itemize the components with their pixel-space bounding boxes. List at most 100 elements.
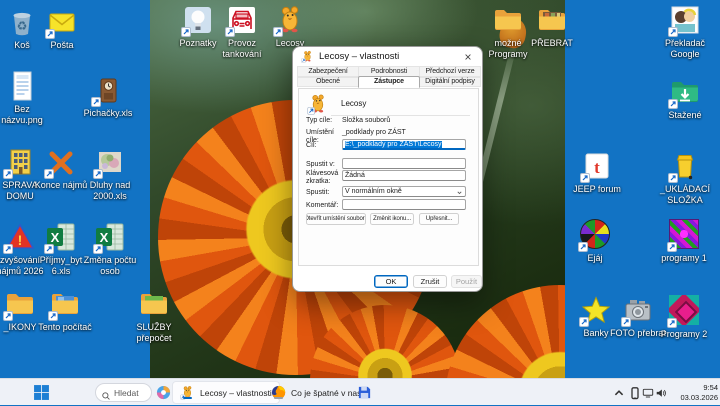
tray-device-icon[interactable] bbox=[629, 387, 641, 399]
properties-dialog: Lecosy – vlastnosti Zabezpečení Podrobno… bbox=[292, 46, 483, 292]
desktop-icon-bez-nazvu[interactable]: Beznázvu.png bbox=[0, 70, 54, 125]
taskbar: Hledat Lecosy – vlastnosti Co je špatné … bbox=[0, 378, 720, 405]
desktop-icon-prekladac-google[interactable]: PřekladačGoogle bbox=[653, 4, 717, 59]
desktop-icon-programy-1[interactable]: programy 1 bbox=[652, 218, 716, 264]
hidden-icons-chevron[interactable] bbox=[613, 387, 625, 399]
tab-predchozi-verze[interactable]: Předchozí verze bbox=[419, 66, 481, 77]
desktop-icon-zmena-poctu[interactable]: XZměna počtuosob bbox=[78, 221, 142, 276]
target-type-label: Typ cíle: bbox=[306, 117, 342, 125]
shortcut-arrow-icon bbox=[93, 169, 103, 179]
target-location-value: _podklady pro ZÁST bbox=[342, 129, 406, 136]
separator bbox=[331, 115, 470, 116]
tab-zabezpeceni[interactable]: Zabezpečení bbox=[297, 66, 359, 77]
desktop-icon-tento-pocitac[interactable]: Tento počítač bbox=[33, 288, 97, 333]
shortcut-arrow-icon bbox=[48, 311, 58, 321]
target-label: Cíl: bbox=[306, 142, 342, 150]
umbrella-icon bbox=[579, 219, 611, 251]
active-window-indicator bbox=[183, 397, 192, 400]
close-icon[interactable] bbox=[460, 51, 475, 63]
image-doc-icon bbox=[6, 70, 38, 102]
tab-digitalni-podpisy[interactable]: Digitální podpisy bbox=[419, 77, 481, 88]
shortcut-arrow-icon bbox=[181, 27, 191, 37]
search-box[interactable]: Hledat bbox=[95, 383, 152, 402]
change-icon-button[interactable]: Změnit ikonu... bbox=[370, 213, 414, 225]
desktop-icon-stazene[interactable]: Stažené bbox=[653, 76, 717, 121]
svg-text:t: t bbox=[594, 158, 600, 177]
icon-label: PŘEBRAT bbox=[520, 38, 584, 49]
icon-label: JEEP forum bbox=[565, 184, 629, 195]
svg-text:!: ! bbox=[18, 232, 23, 248]
run-label: Spustit: bbox=[306, 189, 342, 197]
desktop-icon-posta[interactable]: Pošta bbox=[30, 6, 94, 51]
start-button[interactable] bbox=[33, 384, 50, 401]
shortcut-arrow-icon bbox=[580, 173, 590, 183]
advanced-button[interactable]: Upřesnit... bbox=[419, 213, 459, 225]
icon-label: Stažené bbox=[653, 110, 717, 121]
desktop-icon-programy-2[interactable]: Programy 2 bbox=[652, 294, 716, 340]
clock-time: 9:54 bbox=[664, 383, 718, 393]
svg-text:X: X bbox=[100, 230, 109, 245]
cancel-button[interactable]: Zrušit bbox=[413, 275, 447, 288]
folder-pc-icon bbox=[49, 288, 81, 320]
excel-icon: X bbox=[94, 221, 126, 253]
ok-button[interactable]: OK bbox=[374, 275, 408, 288]
desktop-icon-pichacky[interactable]: Pichačky.xls bbox=[76, 74, 140, 119]
icon-label: Programy 2 bbox=[652, 329, 716, 340]
folder-green-icon bbox=[138, 288, 170, 320]
folder-photo-icon bbox=[536, 4, 568, 36]
mouse-icon bbox=[180, 385, 195, 400]
tab-zastupce[interactable]: Zástupce bbox=[358, 76, 420, 88]
mouse-icon bbox=[301, 50, 314, 63]
shortcut-arrow-icon bbox=[668, 99, 678, 109]
mouse-icon bbox=[307, 93, 329, 115]
chevron-down-icon bbox=[456, 189, 463, 196]
save-icon[interactable] bbox=[357, 385, 372, 400]
tab-podrobnosti[interactable]: Podrobnosti bbox=[358, 66, 420, 77]
icon-label: Dluhy nad2000.xls bbox=[78, 180, 142, 201]
desktop-icon-ukladaci-slozka[interactable]: _UKLÁDACÍSLOŽKA bbox=[653, 150, 717, 205]
open-file-location-button[interactable]: Otevřít umístění souboru bbox=[306, 213, 366, 225]
copilot-button[interactable] bbox=[156, 385, 171, 400]
icon-label: Pošta bbox=[30, 40, 94, 51]
trash-yellow-icon bbox=[669, 150, 701, 182]
run-select[interactable]: V normálním okně bbox=[342, 186, 466, 197]
icon-label: Beznázvu.png bbox=[0, 104, 54, 125]
hotkey-label: Klávesová zkratka: bbox=[306, 170, 340, 186]
start-in-input[interactable] bbox=[342, 158, 466, 169]
apply-button[interactable]: Použít bbox=[451, 275, 482, 288]
shortcut-arrow-icon bbox=[3, 169, 13, 179]
target-type-value: Složka souborů bbox=[342, 117, 390, 124]
target-input[interactable]: E:\_podklady pro ZÁST\Lecosy bbox=[342, 139, 466, 150]
comment-label: Komentář: bbox=[306, 202, 342, 210]
desktop-icon-dluhy[interactable]: Dluhy nad2000.xls bbox=[78, 146, 142, 201]
icon-label: _UKLÁDACÍSLOŽKA bbox=[653, 184, 717, 205]
desktop-icon-jeep-forum[interactable]: t JEEP forum bbox=[565, 150, 629, 195]
icon-label: programy 1 bbox=[652, 253, 716, 264]
desktop-icon-prebrat[interactable]: PŘEBRAT bbox=[520, 4, 584, 49]
shortcut-arrow-icon bbox=[44, 169, 54, 179]
taskbar-item-label: Lecosy – vlastnosti bbox=[200, 388, 272, 398]
shortcut-arrow-icon bbox=[45, 29, 55, 39]
start-in-label: Spustit v: bbox=[306, 161, 342, 169]
run-select-value: V normálním okně bbox=[345, 188, 402, 195]
hotkey-input[interactable]: Žádná bbox=[342, 170, 466, 181]
comment-input[interactable] bbox=[342, 199, 466, 210]
shortcut-arrow-icon bbox=[578, 242, 588, 252]
shortcut-arrow-icon bbox=[273, 27, 283, 37]
tray-network-icon[interactable] bbox=[642, 387, 654, 399]
mouse-icon bbox=[274, 4, 306, 36]
dialog-titlebar[interactable]: Lecosy – vlastnosti bbox=[293, 47, 482, 66]
icon-label: Tento počítač bbox=[33, 322, 97, 333]
folder-icon bbox=[4, 288, 36, 320]
tab-obecne[interactable]: Obecné bbox=[297, 77, 359, 88]
firefox-icon bbox=[271, 385, 286, 400]
search-icon bbox=[101, 388, 111, 398]
desktop-icon-sluzby-prepocet[interactable]: SLUŽBYpřepočet bbox=[122, 288, 186, 343]
icon-label: SLUŽBYpřepočet bbox=[122, 322, 186, 343]
desktop-icon-ejaj[interactable]: Ejáj bbox=[563, 218, 627, 264]
kaleido1-icon bbox=[668, 219, 700, 251]
desktop-icon-lecosy[interactable]: Lecosy bbox=[258, 4, 322, 49]
clock[interactable]: 9:54 03.03.2026 bbox=[664, 383, 718, 402]
shortcut-arrow-icon bbox=[668, 173, 678, 183]
search-placeholder: Hledat bbox=[114, 388, 139, 398]
